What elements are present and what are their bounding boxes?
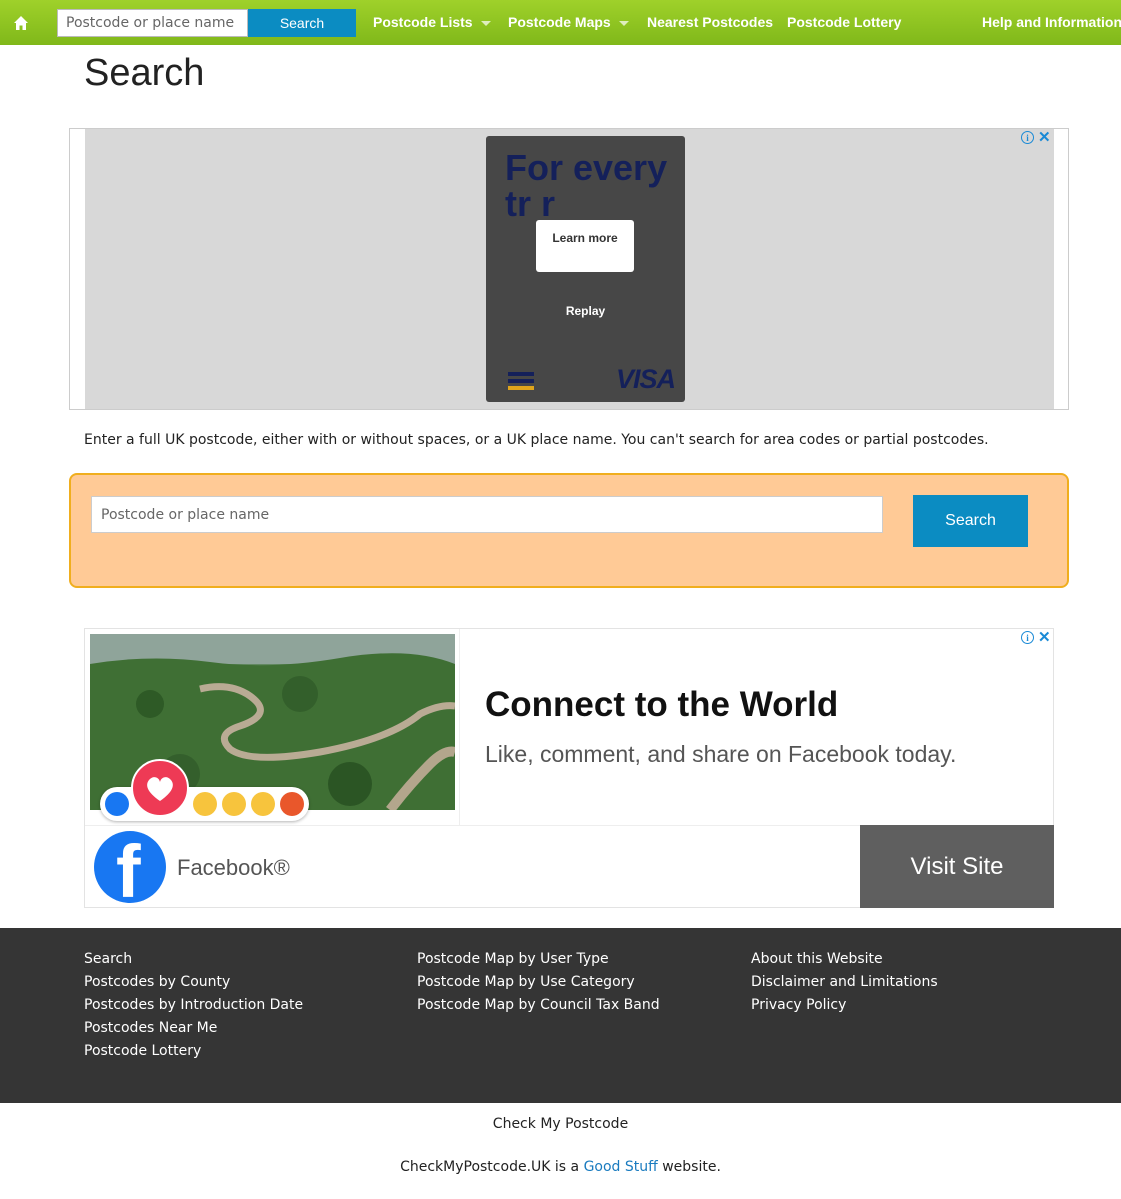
laugh-emoji-icon (193, 792, 217, 816)
wow-emoji-icon (222, 792, 246, 816)
sad-emoji-icon (251, 792, 275, 816)
close-icon[interactable]: ✕ (1038, 630, 1051, 645)
advertisement-banner[interactable]: For every tr r Learn more Replay VISA i … (69, 128, 1069, 410)
ad-title: Connect to the World (485, 685, 839, 724)
ad-info-icon[interactable]: i (1021, 631, 1034, 644)
flag-icon (508, 372, 534, 390)
angry-emoji-icon (280, 792, 304, 816)
footer-link-privacy[interactable]: Privacy Policy (751, 994, 938, 1017)
footer-link-disclaimer[interactable]: Disclaimer and Limitations (751, 971, 938, 994)
facebook-advertisement[interactable]: Connect to the World Like, comment, and … (84, 628, 1054, 908)
visa-logo: VISA (615, 364, 676, 394)
replay-button[interactable]: Replay (486, 304, 685, 318)
chevron-down-icon (480, 20, 491, 26)
footer-link-lottery[interactable]: Postcode Lottery (84, 1040, 303, 1063)
footer-link-map-user-type[interactable]: Postcode Map by User Type (417, 948, 660, 971)
footer-link-by-county[interactable]: Postcodes by County (84, 971, 303, 994)
nav-label: Postcode Lists (373, 14, 473, 30)
page-title: Search (84, 52, 205, 94)
nav-postcode-maps[interactable]: Postcode Maps (508, 0, 629, 45)
ad-divider (459, 629, 460, 825)
footer-column-3: About this Website Disclaimer and Limita… (751, 948, 938, 1017)
nav-nearest-postcodes[interactable]: Nearest Postcodes (647, 0, 773, 45)
ad-info-icon[interactable]: i (1021, 131, 1034, 144)
ad-subtitle: Like, comment, and share on Facebook tod… (485, 741, 957, 767)
footer-link-map-use-category[interactable]: Postcode Map by Use Category (417, 971, 660, 994)
footer-link-by-introduction-date[interactable]: Postcodes by Introduction Date (84, 994, 303, 1017)
nav-search-button[interactable]: Search (248, 9, 356, 37)
heart-icon (131, 759, 189, 817)
chevron-down-icon (618, 20, 629, 26)
search-button[interactable]: Search (913, 495, 1028, 547)
site-credit: CheckMyPostcode.UK is a Good Stuff websi… (0, 1159, 1121, 1175)
nav-search-input[interactable] (57, 9, 248, 37)
footer-link-near-me[interactable]: Postcodes Near Me (84, 1017, 303, 1040)
ad-divider (85, 825, 860, 826)
search-instructions: Enter a full UK postcode, either with or… (84, 432, 989, 448)
ad-controls: i ✕ (1021, 630, 1051, 645)
home-button[interactable] (0, 0, 42, 45)
home-icon (14, 15, 28, 30)
nav-postcode-lottery[interactable]: Postcode Lottery (787, 0, 901, 45)
ad-controls: i ✕ (1021, 130, 1051, 145)
nav-label: Postcode Lottery (787, 14, 902, 30)
advertiser-name: Facebook® (177, 855, 290, 880)
footer-column-1: Search Postcodes by County Postcodes by … (84, 948, 303, 1063)
search-panel: Search (69, 473, 1069, 588)
nav-label: Help and Information (982, 14, 1121, 30)
nav-label: Nearest Postcodes (647, 14, 774, 30)
good-stuff-link[interactable]: Good Stuff (584, 1159, 658, 1175)
facebook-logo-icon: f (94, 831, 166, 903)
footer-link-map-council-tax[interactable]: Postcode Map by Council Tax Band (417, 994, 660, 1017)
top-navigation: Search Postcode Lists Postcode Maps Near… (0, 0, 1121, 45)
search-input[interactable] (91, 496, 883, 533)
nav-help-information[interactable]: Help and Information (982, 0, 1121, 45)
credit-prefix: CheckMyPostcode.UK is a (400, 1159, 584, 1175)
site-name: Check My Postcode (492, 1116, 629, 1132)
site-footer: Search Postcodes by County Postcodes by … (0, 928, 1121, 1103)
footer-link-search[interactable]: Search (84, 948, 303, 971)
close-icon[interactable]: ✕ (1038, 130, 1051, 145)
nav-postcode-lists[interactable]: Postcode Lists (373, 0, 491, 45)
nav-label: Postcode Maps (508, 14, 611, 30)
heart-shape (147, 777, 173, 801)
credit-suffix: website. (657, 1159, 721, 1175)
learn-more-button[interactable]: Learn more (536, 220, 634, 272)
footer-link-about[interactable]: About this Website (751, 948, 938, 971)
visit-site-button[interactable]: Visit Site (860, 825, 1054, 908)
ad-headline: For every tr r (505, 147, 668, 224)
visa-ad-card[interactable]: For every tr r Learn more Replay VISA (486, 136, 685, 402)
ad-background: For every tr r Learn more Replay VISA (85, 129, 1054, 409)
footer-column-2: Postcode Map by User Type Postcode Map b… (417, 948, 660, 1017)
like-icon (105, 792, 129, 816)
